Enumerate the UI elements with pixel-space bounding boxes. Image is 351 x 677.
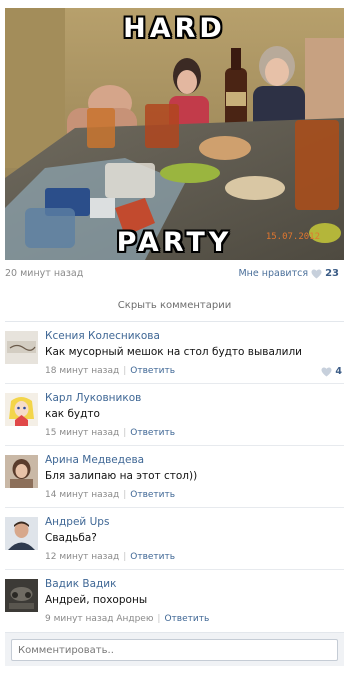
avatar-image xyxy=(5,331,38,364)
avatar-image xyxy=(5,517,38,550)
avatar[interactable] xyxy=(5,579,38,612)
post-timestamp[interactable]: 20 минут назад xyxy=(5,268,83,279)
comment-author[interactable]: Андрей Ups xyxy=(45,516,109,528)
comment-like-count: 4 xyxy=(335,366,342,377)
comment-text: Бля залипаю на этот стол)) xyxy=(45,470,198,482)
comment-meta: 18 минут назад | Ответить xyxy=(45,366,175,376)
avatar-image xyxy=(5,393,38,426)
comment-item: Карл Луковников как будто 15 минут назад… xyxy=(5,384,344,446)
hide-comments-link[interactable]: Скрыть комментарии xyxy=(5,292,344,322)
avatar[interactable] xyxy=(5,517,38,550)
divider: | xyxy=(123,490,127,500)
comment-like-button[interactable]: 4 xyxy=(321,366,342,377)
meme-caption-top: HARD xyxy=(123,13,226,44)
post-like-button[interactable]: Мне нравится 23 xyxy=(238,268,339,279)
post-photo[interactable]: HARD PARTY 15.07.2012 xyxy=(5,8,344,260)
avatar[interactable] xyxy=(5,331,38,364)
avatar[interactable] xyxy=(5,455,38,488)
comment-meta: 14 минут назад | Ответить xyxy=(45,490,175,500)
comment-text: как будто xyxy=(45,408,100,420)
avatar-image xyxy=(5,455,38,488)
comment-time[interactable]: 14 минут назад xyxy=(45,490,119,500)
comment-author[interactable]: Вадик Вадик xyxy=(45,578,116,590)
comment-time[interactable]: 18 минут назад xyxy=(45,366,119,376)
divider: | xyxy=(123,366,127,376)
comments-list: Ксения Колесникова Как мусорный мешок на… xyxy=(5,322,344,632)
heart-icon xyxy=(321,366,332,377)
comment-item: Ксения Колесникова Как мусорный мешок на… xyxy=(5,322,344,384)
comment-meta: 12 минут назад | Ответить xyxy=(45,552,175,562)
divider: | xyxy=(157,614,161,624)
reply-button[interactable]: Ответить xyxy=(130,552,175,562)
comment-item: Андрей Ups Свадьба? 12 минут назад | Ответ… xyxy=(5,508,344,570)
reply-button[interactable]: Ответить xyxy=(130,428,175,438)
comment-time[interactable]: 9 минут назад Андрею xyxy=(45,614,153,624)
comment-text: Андрей, похороны xyxy=(45,594,148,606)
reply-button[interactable]: Ответить xyxy=(130,366,175,376)
avatar[interactable] xyxy=(5,393,38,426)
photo-date-stamp: 15.07.2012 xyxy=(265,232,320,242)
comment-item: Арина Медведева Бля залипаю на этот стол… xyxy=(5,446,344,508)
comment-composer xyxy=(5,632,344,666)
comment-author[interactable]: Ксения Колесникова xyxy=(45,330,160,342)
comment-time[interactable]: 15 минут назад xyxy=(45,428,119,438)
reply-button[interactable]: Ответить xyxy=(164,614,209,624)
comment-item: Вадик Вадик Андрей, похороны 9 минут наз… xyxy=(5,570,344,632)
comment-author[interactable]: Карл Луковников xyxy=(45,392,141,404)
comment-author[interactable]: Арина Медведева xyxy=(45,454,144,466)
like-count: 23 xyxy=(325,268,339,279)
comment-text: Как мусорный мешок на стол будто вывалил… xyxy=(45,346,302,358)
comment-time[interactable]: 12 минут назад xyxy=(45,552,119,562)
divider: | xyxy=(123,552,127,562)
comment-meta: 9 минут назад Андрею | Ответить xyxy=(45,614,209,624)
divider: | xyxy=(123,428,127,438)
post-meta-bar: 20 минут назад Мне нравится 23 xyxy=(5,268,339,282)
heart-icon xyxy=(311,268,322,279)
comment-input[interactable] xyxy=(11,639,338,661)
party-photo-image xyxy=(5,8,344,260)
reply-button[interactable]: Ответить xyxy=(130,490,175,500)
avatar-image xyxy=(5,579,38,612)
comment-meta: 15 минут назад | Ответить xyxy=(45,428,175,438)
comment-text: Свадьба? xyxy=(45,532,97,544)
like-label: Мне нравится xyxy=(238,268,309,279)
